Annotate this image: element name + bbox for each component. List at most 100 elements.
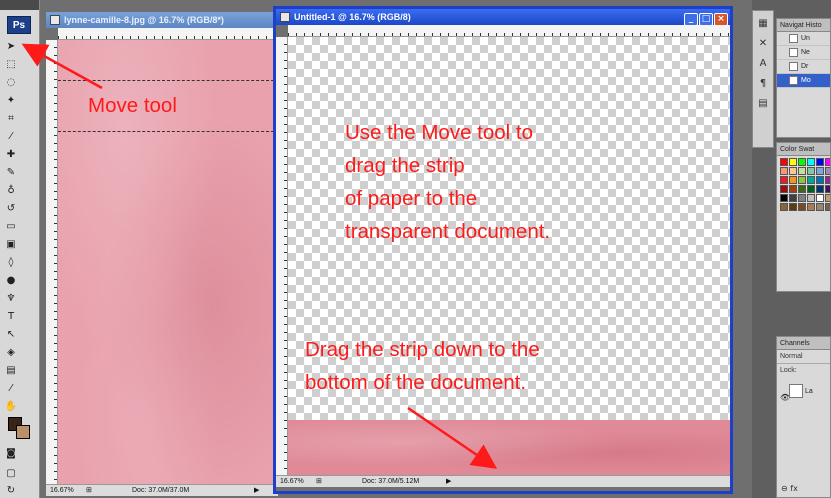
horizontal-ruler[interactable]: [288, 25, 730, 37]
brushes-icon[interactable]: ▦: [755, 17, 771, 31]
layer-row[interactable]: 👁 La: [777, 381, 830, 403]
untitled-zoom-level[interactable]: 16.67%: [280, 476, 304, 488]
type-tool-icon[interactable]: T: [4, 310, 18, 324]
color-swatch[interactable]: [816, 203, 824, 211]
hand-tool-icon[interactable]: ✋: [4, 400, 18, 414]
swatch-grid[interactable]: [777, 156, 830, 213]
status-menu-arrow-icon[interactable]: ▶: [446, 476, 451, 488]
gradient-tool-icon[interactable]: ▣: [4, 238, 18, 252]
color-swatch[interactable]: [798, 185, 806, 193]
color-swatch[interactable]: [789, 176, 797, 184]
history-item-active[interactable]: Mo: [777, 74, 830, 88]
lock-options[interactable]: Lock:: [777, 364, 830, 377]
screen-mode-icon[interactable]: ▢: [4, 467, 18, 481]
move-tool-icon[interactable]: ➤: [4, 40, 18, 54]
color-swatch[interactable]: [789, 167, 797, 175]
paper-document-window[interactable]: lynne-camille-8.jpg @ 16.7% (RGB/8*) 16.…: [46, 12, 278, 496]
blend-mode-select[interactable]: Normal: [777, 350, 830, 364]
color-swatch[interactable]: [816, 194, 824, 202]
minimize-button[interactable]: _: [684, 13, 698, 25]
untitled-document-window[interactable]: Untitled-1 @ 16.7% (RGB/8) _ □ × 16.67% ⊞ …: [273, 6, 733, 494]
healing-brush-icon[interactable]: ✚: [4, 148, 18, 162]
color-swatch[interactable]: [807, 167, 815, 175]
shape-tool-icon[interactable]: ◈: [4, 346, 18, 360]
color-swatch[interactable]: [789, 158, 797, 166]
status-icon[interactable]: ⊞: [86, 485, 92, 497]
color-swatch[interactable]: [780, 185, 788, 193]
link-layers-icon[interactable]: ⊖ fx: [781, 484, 798, 493]
magic-wand-icon[interactable]: ✦: [4, 94, 18, 108]
maximize-button[interactable]: □: [699, 13, 713, 25]
color-swatch[interactable]: [825, 176, 830, 184]
crop-tool-icon[interactable]: ⌗: [4, 112, 18, 126]
jump-to-imageready-icon[interactable]: ↻: [4, 484, 18, 498]
brush-tool-icon[interactable]: ✎: [4, 166, 18, 180]
history-snapshot[interactable]: Un: [777, 32, 830, 46]
character-icon[interactable]: A: [755, 57, 771, 71]
color-swatch[interactable]: [780, 194, 788, 202]
color-swatch[interactable]: [780, 203, 788, 211]
untitled-document-titlebar[interactable]: Untitled-1 @ 16.7% (RGB/8) _ □ ×: [276, 9, 730, 25]
paper-zoom-level[interactable]: 16.67%: [50, 485, 74, 497]
color-swatch[interactable]: [825, 203, 830, 211]
slice-tool-icon[interactable]: ⁄: [4, 130, 18, 144]
photoshop-logo[interactable]: Ps: [7, 16, 31, 34]
color-swatch[interactable]: [816, 158, 824, 166]
paper-strip-layer[interactable]: [288, 420, 730, 475]
dodge-tool-icon[interactable]: ●: [4, 274, 18, 288]
color-swatch[interactable]: [780, 167, 788, 175]
color-swatch[interactable]: [798, 203, 806, 211]
history-brush-icon[interactable]: ↺: [4, 202, 18, 216]
color-swatch[interactable]: [825, 158, 830, 166]
layers-panel-tabs[interactable]: Channels: [777, 337, 830, 350]
blur-tool-icon[interactable]: ◊: [4, 256, 18, 270]
color-swatch[interactable]: [780, 176, 788, 184]
color-swatch[interactable]: [798, 176, 806, 184]
status-icon[interactable]: ⊞: [316, 476, 322, 488]
history-item[interactable]: Ne: [777, 46, 830, 60]
transparent-canvas[interactable]: [288, 37, 730, 475]
color-swatch[interactable]: [807, 176, 815, 184]
color-swatch[interactable]: [807, 185, 815, 193]
color-swatch[interactable]: [807, 203, 815, 211]
color-swatch[interactable]: [780, 158, 788, 166]
color-swatches-tabs[interactable]: Color Swat: [777, 143, 830, 156]
paper-document-titlebar[interactable]: lynne-camille-8.jpg @ 16.7% (RGB/8*): [46, 12, 278, 28]
history-item[interactable]: Dr: [777, 60, 830, 74]
quick-mask-icon[interactable]: ◙: [4, 447, 18, 461]
marquee-tool-icon[interactable]: ⬚: [4, 58, 18, 72]
notes-tool-icon[interactable]: ▤: [4, 364, 18, 378]
color-swatch[interactable]: [798, 158, 806, 166]
tool-presets-icon[interactable]: ✕: [755, 37, 771, 51]
color-swatch[interactable]: [825, 194, 830, 202]
color-swatch[interactable]: [825, 167, 830, 175]
color-swatch[interactable]: [816, 176, 824, 184]
color-swatch[interactable]: [825, 185, 830, 193]
lasso-tool-icon[interactable]: ◌: [4, 76, 18, 90]
pen-tool-icon[interactable]: ♆: [4, 292, 18, 306]
color-swatch[interactable]: [789, 185, 797, 193]
color-swatch[interactable]: [789, 203, 797, 211]
vertical-ruler[interactable]: [46, 40, 58, 484]
clone-stamp-icon[interactable]: ♁: [4, 184, 18, 198]
color-swatch[interactable]: [816, 167, 824, 175]
paragraph-icon[interactable]: ¶: [755, 77, 771, 91]
color-swatch[interactable]: [798, 194, 806, 202]
status-menu-arrow-icon[interactable]: ▶: [254, 485, 259, 497]
path-selection-icon[interactable]: ↖: [4, 328, 18, 342]
color-swatch[interactable]: [807, 194, 815, 202]
background-color-swatch[interactable]: [16, 425, 30, 439]
color-swatch[interactable]: [789, 194, 797, 202]
horizontal-ruler[interactable]: [58, 28, 278, 40]
color-swatch[interactable]: [816, 185, 824, 193]
vertical-ruler[interactable]: [276, 37, 288, 475]
color-swatch[interactable]: [807, 158, 815, 166]
close-button[interactable]: ×: [714, 13, 728, 25]
eraser-tool-icon[interactable]: ▭: [4, 220, 18, 234]
panel-grip[interactable]: [0, 0, 39, 10]
eyedropper-icon[interactable]: ⁄: [4, 382, 18, 396]
history-item-label: Un: [801, 35, 810, 42]
history-panel-tabs[interactable]: Navigat Histo: [777, 19, 830, 32]
layer-comps-icon[interactable]: ▤: [755, 97, 771, 111]
color-swatch[interactable]: [798, 167, 806, 175]
